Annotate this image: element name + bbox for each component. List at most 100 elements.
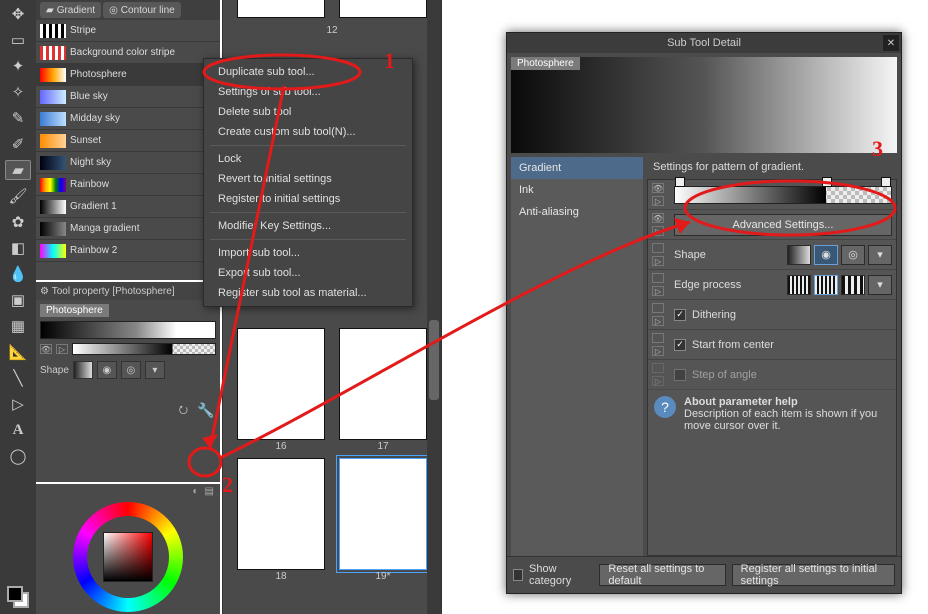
color-swatches[interactable]: [7, 586, 29, 608]
line-tool-icon[interactable]: ╲: [5, 368, 31, 388]
dialog-titlebar[interactable]: Sub Tool Detail ✕: [507, 33, 901, 53]
eyedropper-tool-icon[interactable]: ✐: [5, 134, 31, 154]
list-item[interactable]: Rainbow 2: [36, 240, 220, 262]
reset-settings-button[interactable]: Reset all settings to default: [599, 564, 725, 586]
brush-tool-icon[interactable]: 🖌: [5, 186, 31, 206]
list-item[interactable]: Blue sky: [36, 86, 220, 108]
wheel-swatch-icon[interactable]: ▤: [205, 486, 214, 497]
airbrush-tool-icon[interactable]: ✿: [5, 212, 31, 232]
page-thumb[interactable]: [237, 328, 325, 440]
advanced-settings-button[interactable]: Advanced Settings...: [674, 214, 892, 236]
expand-toggle-icon[interactable]: ▷: [652, 316, 664, 326]
edge-opt3-button[interactable]: [841, 275, 865, 295]
visibility-toggle-icon[interactable]: 👁: [40, 344, 52, 354]
page-thumb[interactable]: [339, 0, 427, 18]
balloon-tool-icon[interactable]: ◯: [5, 446, 31, 466]
menu-delete-subtool[interactable]: Delete sub tool: [204, 102, 412, 122]
pen-tool-icon[interactable]: ✎: [5, 108, 31, 128]
expand-toggle-icon[interactable]: ▷: [652, 346, 664, 356]
shape-ellipse-icon[interactable]: ◎: [121, 361, 141, 379]
menu-duplicate-subtool[interactable]: Duplicate sub tool...: [204, 62, 412, 82]
text-tool-icon[interactable]: A: [5, 420, 31, 440]
register-initial-button[interactable]: Register all settings to initial setting…: [732, 564, 895, 586]
open-detail-wrench-icon[interactable]: 🔧: [196, 401, 216, 419]
shape-dropdown-icon[interactable]: ▾: [145, 361, 165, 379]
menu-revert[interactable]: Revert to initial settings: [204, 169, 412, 189]
category-antialiasing[interactable]: Anti-aliasing: [511, 201, 643, 223]
category-ink[interactable]: Ink: [511, 179, 643, 201]
reset-icon[interactable]: ⭮: [179, 401, 188, 420]
menu-register-initial[interactable]: Register to initial settings: [204, 189, 412, 209]
page-thumb[interactable]: [237, 0, 325, 18]
menu-import-subtool[interactable]: Import sub tool...: [204, 243, 412, 263]
shape-dropdown-button[interactable]: ▾: [868, 245, 892, 265]
menu-settings-subtool[interactable]: Settings of sub tool...: [204, 82, 412, 102]
list-item[interactable]: Photosphere: [36, 64, 220, 86]
gradient-node[interactable]: [822, 177, 832, 187]
gradient-slider[interactable]: [72, 343, 216, 355]
gradient-editor-bar[interactable]: [674, 186, 892, 204]
menu-lock[interactable]: Lock: [204, 149, 412, 169]
ruler-tool-icon[interactable]: 📐: [5, 342, 31, 362]
marquee-tool-icon[interactable]: ▭: [5, 30, 31, 50]
expand-toggle-icon[interactable]: ▷: [652, 256, 664, 266]
gradient-tool-icon[interactable]: ▰: [5, 160, 31, 180]
shape-circle-icon[interactable]: ◉: [97, 361, 117, 379]
visibility-toggle-icon[interactable]: 👁: [652, 183, 664, 193]
gradient-node[interactable]: [675, 177, 685, 187]
list-item[interactable]: Sunset: [36, 130, 220, 152]
menu-export-subtool[interactable]: Export sub tool...: [204, 263, 412, 283]
color-picker-square[interactable]: [103, 532, 153, 582]
list-item[interactable]: Manga gradient: [36, 218, 220, 240]
page-thumb[interactable]: [339, 328, 427, 440]
shape-tool-icon[interactable]: ▷: [5, 394, 31, 414]
scrollbar-thumb[interactable]: [429, 320, 439, 400]
list-item[interactable]: Stripe: [36, 20, 220, 42]
shape-linear-button[interactable]: [787, 245, 811, 265]
dithering-checkbox[interactable]: ✓: [674, 309, 686, 321]
foreground-swatch[interactable]: [7, 586, 23, 602]
visibility-toggle-icon[interactable]: [652, 303, 664, 313]
blend-tool-icon[interactable]: 💧: [5, 264, 31, 284]
shape-ellipse-button[interactable]: ◎: [841, 245, 865, 265]
expand-toggle-icon[interactable]: ▷: [652, 196, 664, 206]
tab-gradient[interactable]: ▰Gradient: [40, 2, 101, 18]
list-item[interactable]: Midday sky: [36, 108, 220, 130]
close-icon[interactable]: ✕: [883, 35, 899, 51]
list-item[interactable]: Gradient 1: [36, 196, 220, 218]
gradient-node[interactable]: [881, 177, 891, 187]
color-wheel[interactable]: [73, 502, 183, 612]
category-gradient[interactable]: Gradient: [511, 157, 643, 179]
show-category-checkbox[interactable]: [513, 569, 523, 581]
edge-opt1-button[interactable]: [787, 275, 811, 295]
visibility-toggle-icon[interactable]: [652, 243, 664, 253]
wand-tool-icon[interactable]: ✧: [5, 82, 31, 102]
wheel-mode-icon[interactable]: ◐: [193, 486, 199, 497]
edge-dropdown-button[interactable]: ▾: [868, 275, 892, 295]
frame-tool-icon[interactable]: ▦: [5, 316, 31, 336]
expand-toggle-icon[interactable]: ▷: [652, 226, 664, 236]
list-item[interactable]: Rainbow: [36, 174, 220, 196]
expand-toggle-icon[interactable]: ▷: [652, 286, 664, 296]
menu-register-material[interactable]: Register sub tool as material...: [204, 283, 412, 303]
visibility-toggle-icon[interactable]: [652, 273, 664, 283]
visibility-toggle-icon[interactable]: 👁: [652, 213, 664, 223]
shape-linear-icon[interactable]: [73, 361, 93, 379]
page-thumb[interactable]: [339, 458, 427, 570]
menu-modifier-key[interactable]: Modifier Key Settings...: [204, 216, 412, 236]
expand-toggle-icon[interactable]: ▷: [56, 344, 68, 354]
shape-circle-button[interactable]: ◉: [814, 245, 838, 265]
tab-contour[interactable]: ◎Contour line: [103, 2, 181, 18]
eraser-tool-icon[interactable]: ◧: [5, 238, 31, 258]
visibility-toggle-icon[interactable]: [652, 333, 664, 343]
scrollbar[interactable]: [427, 0, 441, 614]
menu-custom-subtool[interactable]: Create custom sub tool(N)...: [204, 122, 412, 142]
fill-tool-icon[interactable]: ▣: [5, 290, 31, 310]
page-thumb[interactable]: [237, 458, 325, 570]
move-tool-icon[interactable]: ✥: [5, 4, 31, 24]
start-center-checkbox[interactable]: ✓: [674, 339, 686, 351]
lasso-tool-icon[interactable]: ✦: [5, 56, 31, 76]
edge-opt2-button[interactable]: [814, 275, 838, 295]
list-item[interactable]: Background color stripe: [36, 42, 220, 64]
list-item[interactable]: Night sky: [36, 152, 220, 174]
